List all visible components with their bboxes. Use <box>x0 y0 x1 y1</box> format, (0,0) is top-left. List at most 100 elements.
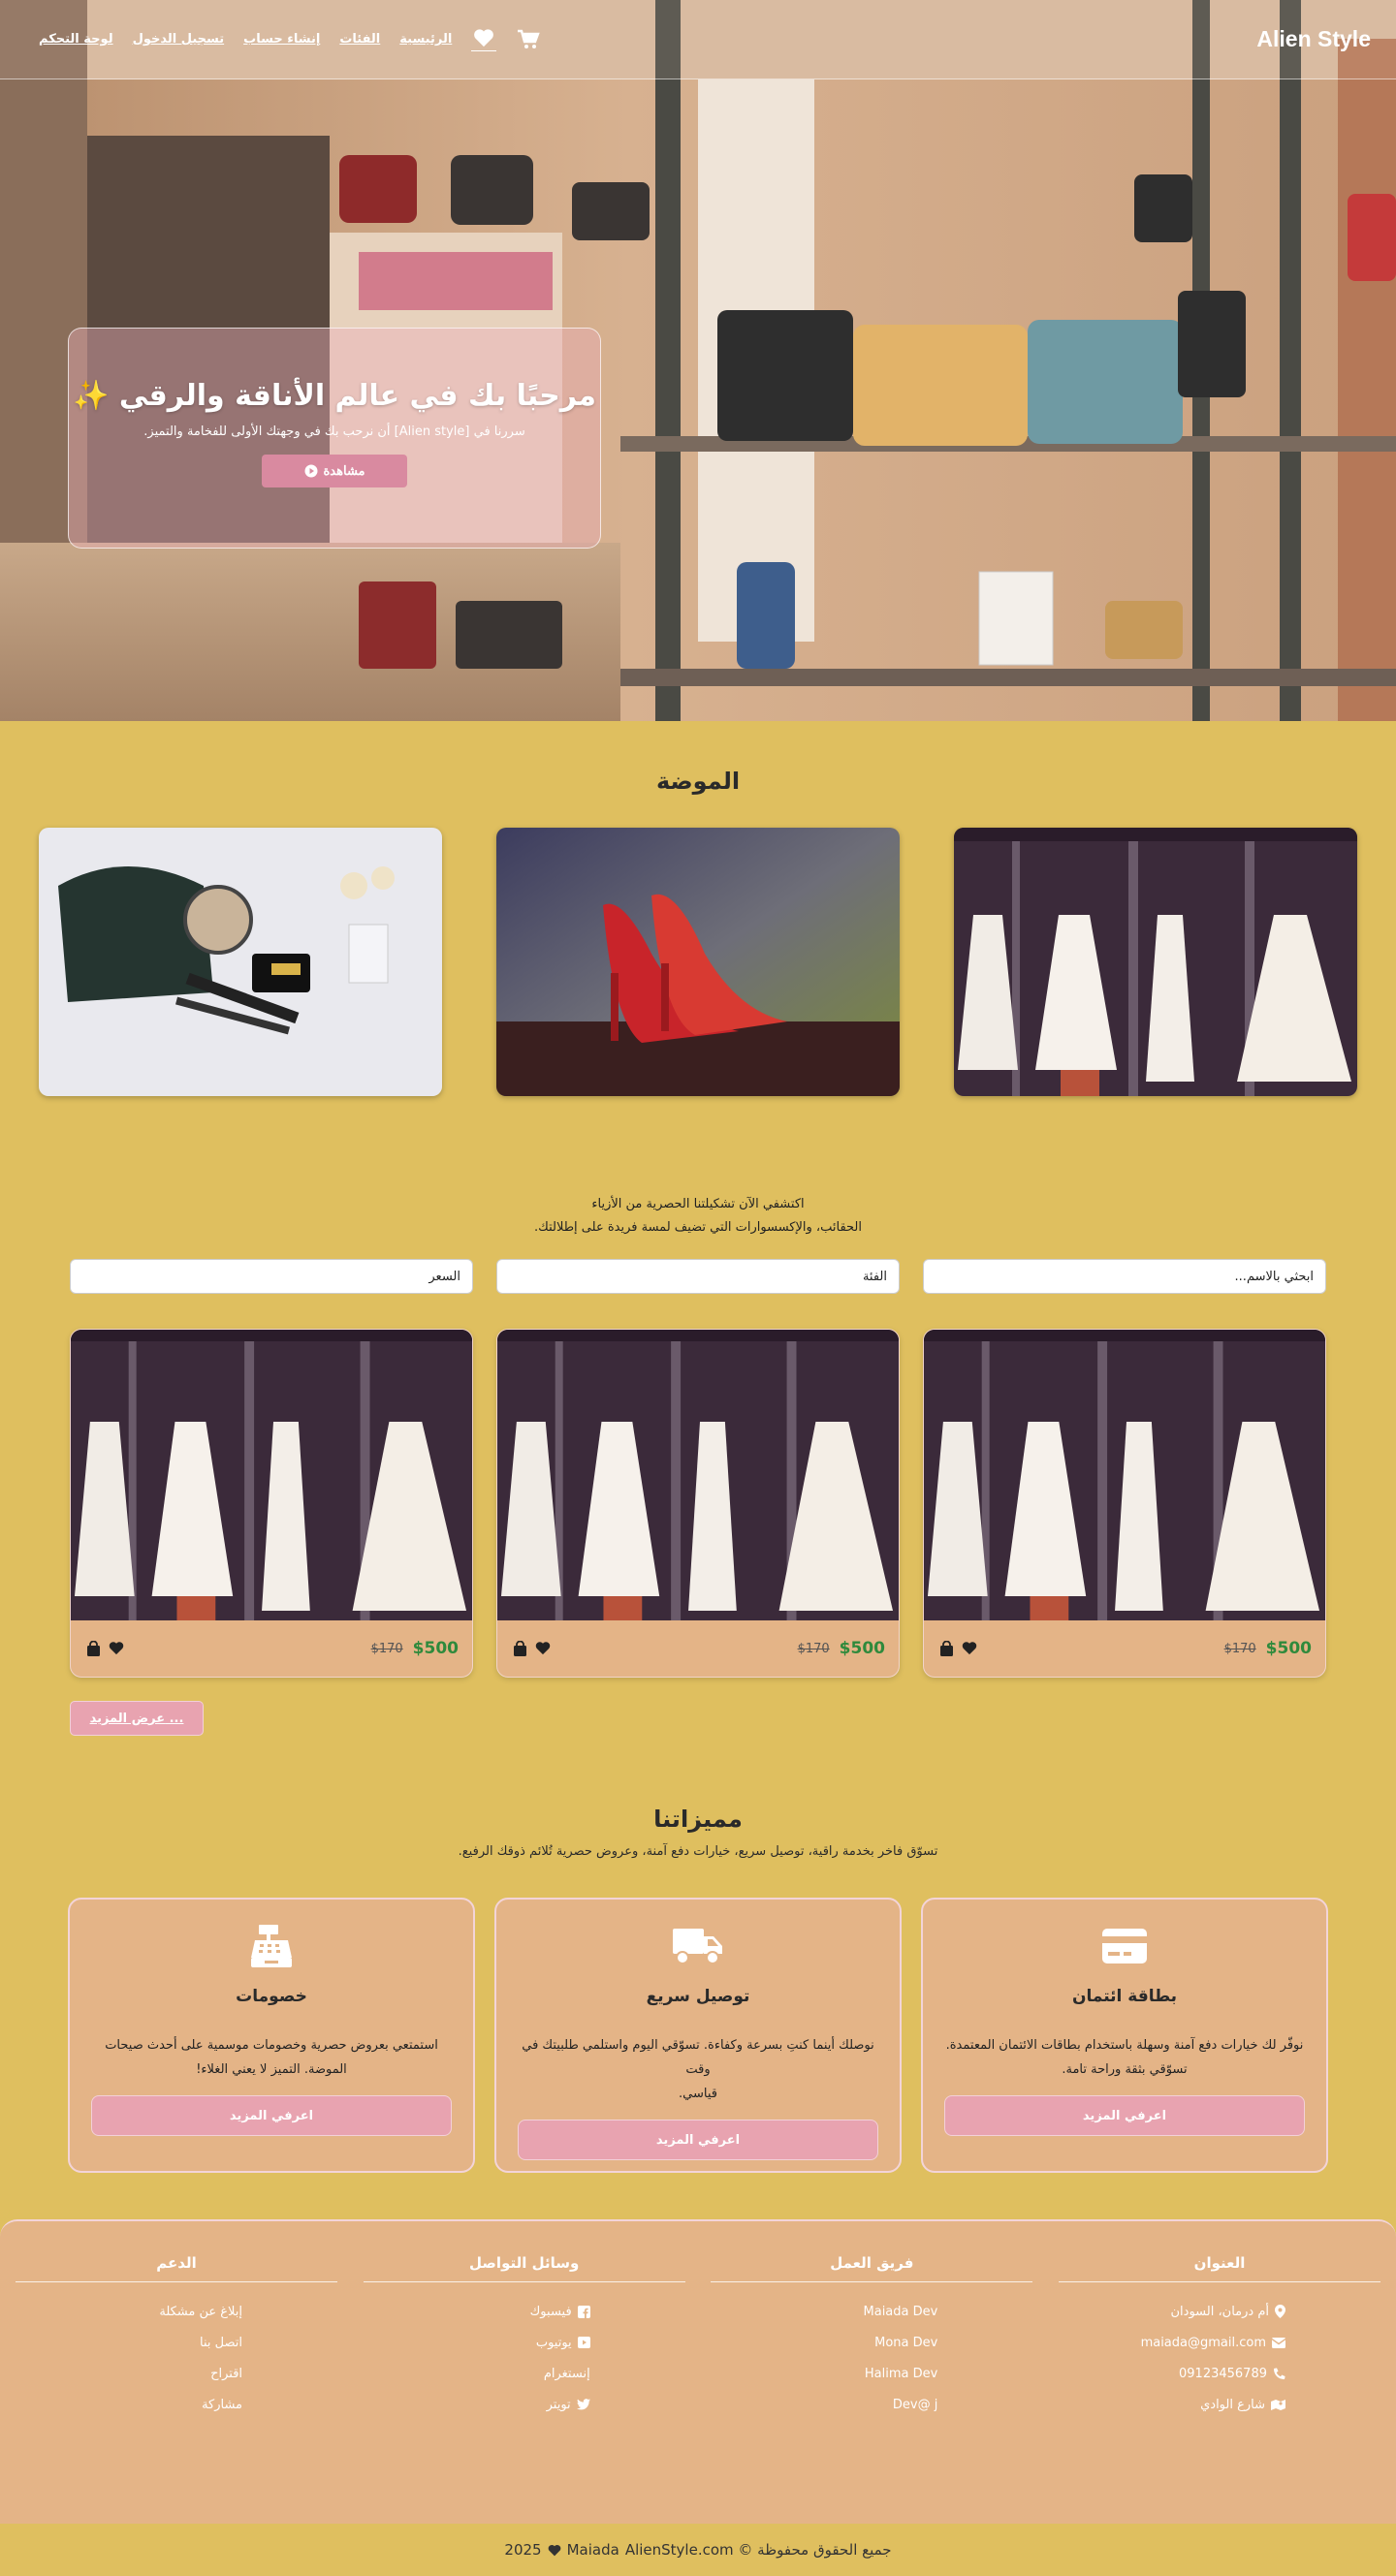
fashion-photo-red-heels <box>496 828 900 1096</box>
product-price: $500 <box>412 1639 459 1658</box>
feature-text-line-2: تسوّقي بثقة وراحة تامة. <box>1062 2062 1188 2077</box>
bag-icon[interactable] <box>939 1641 954 1656</box>
product-grid: $500 $170 $500 $170 $500 $170 <box>0 1329 1396 1678</box>
product-old-price: $170 <box>797 1641 830 1656</box>
social-link-twitter[interactable]: تويتر <box>364 2389 590 2420</box>
map-pin-icon <box>1275 2305 1285 2318</box>
footer-location: أم درمان، السودان <box>1059 2296 1285 2327</box>
product-price: $500 <box>839 1639 885 1658</box>
footer-phone[interactable]: 09123456789 <box>1059 2358 1285 2389</box>
play-circle-icon <box>304 464 317 478</box>
footer-email[interactable]: maiada@gmail.com <box>1059 2327 1285 2358</box>
watch-button[interactable]: مشاهدة <box>262 455 407 487</box>
show-more-row: عرض المزيد ... <box>0 1678 1396 1736</box>
footer-phone-text: 09123456789 <box>1179 2366 1267 2381</box>
cart-icon[interactable] <box>516 28 541 51</box>
support-link-share[interactable]: مشاركة <box>16 2389 242 2420</box>
favorites-heart-icon[interactable] <box>471 28 497 51</box>
social-link-label: إنستغرام <box>543 2366 590 2381</box>
features-section: مميزاتنا تسوّق فاخر بخدمة راقية، توصيل س… <box>0 1806 1396 2173</box>
nav-link-login[interactable]: تسجيل الدخول <box>133 32 225 47</box>
search-by-name-input[interactable] <box>923 1259 1326 1294</box>
features-subtitle: تسوّق فاخر بخدمة راقية، توصيل سريع، خيار… <box>458 1844 938 1859</box>
heart-icon[interactable] <box>109 1641 124 1656</box>
product-old-price: $170 <box>370 1641 403 1656</box>
feature-text: نوصلك أينما كنتِ بسرعة وكفاءة. تسوّقي ال… <box>518 2033 878 2106</box>
copyright-bar: 2025 Maiada جميع الحقوق محفوظة © AlienSt… <box>0 2524 1396 2576</box>
feature-text-line-2: قياسي. <box>679 2087 717 2101</box>
social-link-facebook[interactable]: فيسبوك <box>364 2296 590 2327</box>
product-card[interactable]: $500 $170 <box>70 1329 473 1678</box>
filters-bar <box>0 1259 1396 1294</box>
features-grid: بطاقة ائتمان نوفّر لك خيارات دفع آمنة وس… <box>0 1898 1396 2173</box>
watch-button-label: مشاهدة <box>323 463 365 478</box>
site-footer: العنوان أم درمان، السودان maiada@gmail.c… <box>0 2219 1396 2524</box>
nav-link-home[interactable]: الرئيسية <box>399 32 452 47</box>
fashion-gallery <box>0 828 1396 1096</box>
footer-column-social: وسائل التواصل فيسبوك يوتيوب إنستغرام توي… <box>363 2254 685 2420</box>
footer-street-text: شارع الوادي <box>1200 2397 1265 2412</box>
feature-title: خصومات <box>236 1987 307 2006</box>
support-link-contact[interactable]: اتصل بنا <box>16 2327 242 2358</box>
nav-link-categories[interactable]: الفئات <box>339 32 380 47</box>
footer-street: شارع الوادي <box>1059 2389 1285 2420</box>
product-old-price: $170 <box>1223 1641 1256 1656</box>
credit-card-icon <box>1102 1923 1147 1969</box>
footer-heading: وسائل التواصل <box>363 2254 685 2282</box>
price-group: $500 $170 <box>1224 1639 1312 1658</box>
social-link-instagram[interactable]: إنستغرام <box>364 2358 590 2389</box>
team-member: Dev@ j <box>892 2397 938 2412</box>
support-link-report-problem[interactable]: إبلاغ عن مشكلة <box>16 2296 242 2327</box>
intro-line-2: الحقائب، والإكسسوارات التي تضيف لمسة فري… <box>533 1220 863 1235</box>
learn-more-button[interactable]: اعرفي المزيد <box>518 2120 878 2160</box>
top-navbar: Alien Style الرئيسية الفئات إنشاء حساب ت… <box>0 0 1396 79</box>
feature-card-credit-card: بطاقة ائتمان نوفّر لك خيارات دفع آمنة وس… <box>921 1898 1328 2173</box>
twitter-icon <box>576 2399 590 2410</box>
product-actions <box>86 1641 124 1656</box>
copyright-text: جميع الحقوق محفوظة © AlienStyle.com <box>624 2541 892 2559</box>
social-link-label: تويتر <box>546 2397 571 2412</box>
social-link-youtube[interactable]: يوتيوب <box>364 2327 590 2358</box>
learn-more-button[interactable]: اعرفي المزيد <box>944 2095 1305 2136</box>
price-group: $500 $170 <box>371 1639 459 1658</box>
feature-text-line-2: الموضة. التميز لا يعني الغلاء! <box>196 2062 347 2077</box>
nav-link-dashboard[interactable]: لوحة التحكم <box>39 32 113 47</box>
nav-link-register[interactable]: إنشاء حساب <box>243 32 320 47</box>
show-more-button[interactable]: عرض المزيد ... <box>70 1701 204 1736</box>
phone-icon <box>1274 2367 1285 2379</box>
learn-more-button[interactable]: اعرفي المزيد <box>91 2095 452 2136</box>
price-group: $500 $170 <box>798 1639 885 1658</box>
hero-subtitle: سررنا في [Alien style] أن نرحب بك في وجه… <box>143 424 525 439</box>
footer-column-support: الدعم إبلاغ عن مشكلة اتصل بنا اقتراح مشا… <box>16 2254 338 2420</box>
product-image <box>71 1330 472 1620</box>
price-filter-input[interactable] <box>70 1259 473 1294</box>
feature-title: توصيل سريع <box>646 1987 750 2006</box>
product-price: $500 <box>1265 1639 1312 1658</box>
features-title: مميزاتنا <box>653 1806 743 1833</box>
product-card[interactable]: $500 $170 <box>496 1329 900 1678</box>
intro-text: اكتشفي الآن تشكيلتنا الحصرية من الأزياء … <box>0 1193 1396 1240</box>
bag-icon[interactable] <box>513 1641 527 1656</box>
bag-icon[interactable] <box>86 1641 101 1656</box>
brand-logo[interactable]: Alien Style <box>1256 26 1371 52</box>
heart-icon[interactable] <box>962 1641 977 1656</box>
team-member: Mona Dev <box>874 2335 938 2350</box>
team-member: Halima Dev <box>864 2366 938 2381</box>
footer-heading: الدعم <box>16 2254 338 2282</box>
product-card[interactable]: $500 $170 <box>923 1329 1326 1678</box>
heart-icon <box>548 2544 560 2556</box>
cash-register-icon <box>251 1923 292 1969</box>
feature-text: استمتعي بعروض حصرية وخصومات موسمية على أ… <box>105 2033 438 2082</box>
feature-card-discounts: خصومات استمتعي بعروض حصرية وخصومات موسمي… <box>68 1898 475 2173</box>
feature-text-line-1: نوصلك أينما كنتِ بسرعة وكفاءة. تسوّقي ال… <box>522 2038 874 2077</box>
product-actions <box>939 1641 977 1656</box>
product-footer: $500 $170 <box>924 1620 1325 1677</box>
heart-icon[interactable] <box>535 1641 551 1656</box>
nav-links: الرئيسية الفئات إنشاء حساب تسجيل الدخول … <box>39 28 541 51</box>
support-link-suggestion[interactable]: اقتراح <box>16 2358 242 2389</box>
team-member: Maiada Dev <box>863 2304 938 2319</box>
category-filter-input[interactable] <box>496 1259 900 1294</box>
social-link-label: فيسبوك <box>529 2304 572 2319</box>
product-actions <box>513 1641 551 1656</box>
copyright-name: Maiada <box>566 2541 619 2559</box>
